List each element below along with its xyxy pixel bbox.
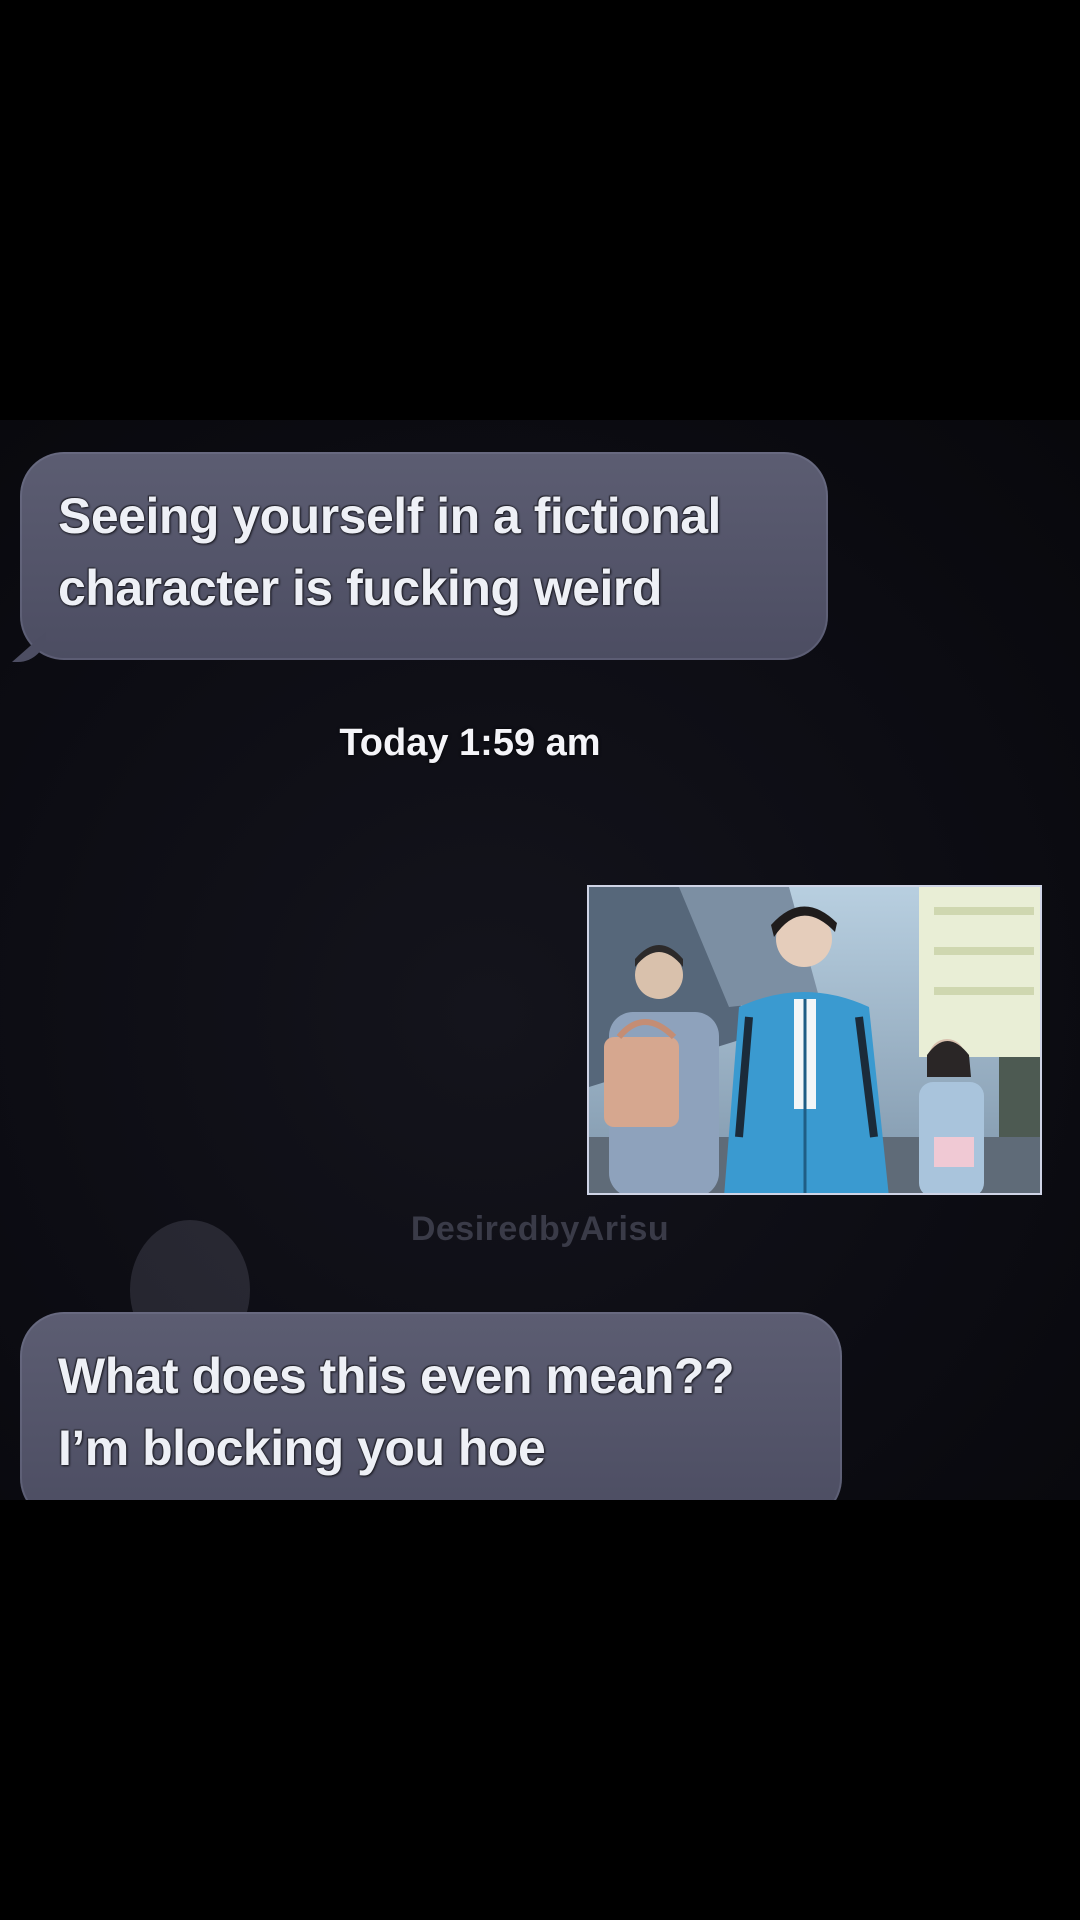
message-text: Seeing yourself in a fictional character… xyxy=(58,488,721,616)
photo-image xyxy=(589,887,1040,1193)
shared-photo[interactable] xyxy=(587,885,1042,1195)
message-timestamp: Today 1:59 am xyxy=(339,722,601,764)
screen: Seeing yourself in a fictional character… xyxy=(0,0,1080,1920)
message-bubble-incoming[interactable]: Seeing yourself in a fictional character… xyxy=(12,452,828,662)
message-text: What does this even mean?? I’m blocking … xyxy=(58,1348,735,1476)
watermark-text: DesiredbyArisu xyxy=(410,1210,670,1248)
chat-panel: Seeing yourself in a fictional character… xyxy=(0,420,1080,1500)
bubble-tail xyxy=(12,632,46,662)
message-bubble-incoming[interactable]: What does this even mean?? I’m blocking … xyxy=(20,1312,842,1500)
